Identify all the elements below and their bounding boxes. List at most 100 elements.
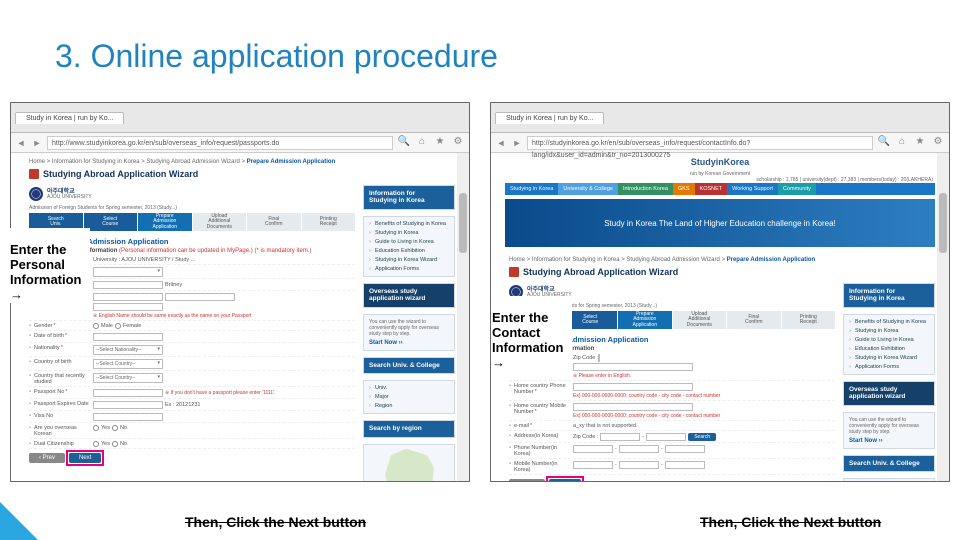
next-button[interactable]: Next (549, 479, 581, 481)
sidebar-item[interactable]: Studying in Korea (369, 230, 449, 236)
value-major: University : AJOU UNIVERSITY / Study ... (93, 257, 355, 263)
step-6[interactable]: Printing Receipt (782, 311, 836, 329)
search-icon[interactable]: 🔍 (397, 136, 411, 150)
sidebar-info-head: Information for Studying in Korea (363, 185, 455, 210)
sidebar-item[interactable]: Education Exhibition (849, 346, 929, 352)
sidebar-item[interactable]: Studying in Korea Wizard (849, 355, 929, 361)
kp2[interactable] (619, 445, 659, 453)
home-mob-input[interactable] (573, 403, 693, 411)
sidebar-item[interactable]: Application Forms (369, 266, 449, 272)
vertical-scrollbar[interactable] (937, 153, 949, 481)
dept-select[interactable] (93, 267, 163, 277)
browser-toolbar: ◄ ► http://www.studyinkorea.go.kr/en/sub… (11, 133, 469, 153)
prev-button[interactable]: ‹ Prev (29, 453, 65, 463)
step-2[interactable]: Select Course (564, 311, 618, 329)
address-bar[interactable]: http://studyinkorea.go.kr/en/sub/oversea… (527, 136, 873, 150)
sidebar-wizard-box: You can use the wizard to conveniently a… (363, 314, 455, 351)
sidebar-item[interactable]: Studying in Korea Wizard (369, 257, 449, 263)
km1[interactable] (573, 461, 613, 469)
nav-item[interactable]: Introduction Korea (618, 183, 673, 195)
name-en-fn[interactable] (93, 293, 163, 301)
kp3[interactable] (665, 445, 705, 453)
next-button[interactable]: Next (69, 453, 101, 463)
nav-item[interactable]: University & College (558, 183, 618, 195)
sidebar-item[interactable]: Guide to Living in Korea (369, 239, 449, 245)
sidebar-search-item[interactable]: Univ. (369, 385, 449, 391)
sidebar-item[interactable]: Education Exhibition (369, 248, 449, 254)
forward-icon[interactable]: ► (511, 137, 523, 149)
step-5[interactable]: Final Confirm (247, 213, 301, 231)
sidebar-item[interactable]: Application Forms (849, 364, 929, 370)
nav-item[interactable]: Studying in Korea (505, 183, 558, 195)
gender-male-radio[interactable] (93, 323, 99, 329)
kor-zip2-input[interactable] (646, 433, 686, 441)
km2[interactable] (619, 461, 659, 469)
site-logo: StudyinKorea run by Korean Government (491, 157, 949, 177)
km3[interactable] (665, 461, 705, 469)
back-icon[interactable]: ◄ (495, 137, 507, 149)
passport-input[interactable] (93, 389, 163, 397)
nationality-select[interactable]: --Select Nationality-- (93, 345, 163, 355)
gear-icon[interactable]: ⚙ (931, 136, 945, 150)
home-zip-input[interactable] (598, 354, 600, 362)
nav-item[interactable]: KOSNET (695, 183, 728, 195)
address-bar[interactable]: http://www.studyinkorea.go.kr/en/sub/ove… (47, 136, 393, 150)
favorites-icon[interactable]: ★ (433, 136, 447, 150)
step-2[interactable]: Select Course (84, 213, 138, 231)
name-en-mn[interactable] (165, 293, 235, 301)
sidebar-item[interactable]: Benefits of Studying in Korea (369, 221, 449, 227)
korea-map-icon[interactable] (379, 449, 439, 481)
vertical-scrollbar[interactable] (457, 153, 469, 481)
dual-yes-radio[interactable] (93, 441, 99, 447)
step-6[interactable]: Printing Receipt (302, 213, 356, 231)
zip-search-button[interactable]: Search (688, 433, 716, 441)
dual-no-radio[interactable] (112, 441, 118, 447)
name-en-ln[interactable] (93, 303, 163, 311)
callout-personal-info: Enter the Personal Information → (10, 228, 90, 303)
home-addr-input[interactable] (573, 363, 693, 371)
name-kr-input[interactable] (93, 281, 163, 289)
home-icon[interactable]: ⌂ (895, 136, 909, 150)
passport-expiry-input[interactable] (93, 401, 163, 409)
step-3[interactable]: Prepare Admission Application (618, 311, 672, 329)
home-icon[interactable]: ⌂ (415, 136, 429, 150)
nav-item[interactable]: Community (778, 183, 816, 195)
sidebar-item[interactable]: Studying in Korea (849, 328, 929, 334)
step-4[interactable]: Upload Additional Documents (673, 311, 727, 329)
ovk-yes-radio[interactable] (93, 425, 99, 431)
step-4[interactable]: Upload Additional Documents (193, 213, 247, 231)
back-icon[interactable]: ◄ (15, 137, 27, 149)
gender-female-radio[interactable] (115, 323, 121, 329)
ovk-no-radio[interactable] (112, 425, 118, 431)
browser-tab[interactable]: Study in Korea | run by Ko... (15, 112, 124, 124)
recent-country-select[interactable]: --Select Country-- (93, 373, 163, 383)
browser-tab[interactable]: Study in Korea | run by Ko... (495, 112, 604, 124)
favorites-icon[interactable]: ★ (913, 136, 927, 150)
step-5[interactable]: Final Confirm (727, 311, 781, 329)
kp1[interactable] (573, 445, 613, 453)
nav-item[interactable]: Working Support (727, 183, 778, 195)
lock-icon (509, 267, 519, 277)
sidebar-item[interactable]: Guide to Living in Korea (849, 337, 929, 343)
corner-decoration-icon (0, 502, 38, 540)
start-now-link[interactable]: Start Now (849, 438, 929, 444)
dob-input[interactable] (93, 333, 163, 341)
kor-zip-input[interactable] (600, 433, 640, 441)
browser-toolbar: ◄ ► http://studyinkorea.go.kr/en/sub/ove… (491, 133, 949, 153)
sidebar-search-item[interactable]: Region (369, 403, 449, 409)
forward-icon[interactable]: ► (31, 137, 43, 149)
search-icon[interactable]: 🔍 (877, 136, 891, 150)
sidebar-search-box: Univ. Major Region (363, 380, 455, 414)
start-now-link[interactable]: Start Now (369, 340, 449, 346)
label-overseas-korean: Are you overseas Korean (29, 425, 89, 437)
step-3[interactable]: Prepare Admission Application (138, 213, 192, 231)
nav-item[interactable]: GKS (673, 183, 695, 195)
sidebar-item[interactable]: Benefits of Studying in Korea (849, 319, 929, 325)
gear-icon[interactable]: ⚙ (451, 136, 465, 150)
cob-select[interactable]: --Select Country-- (93, 359, 163, 369)
sidebar-search-item[interactable]: Major (369, 394, 449, 400)
next-button-highlight (66, 450, 104, 466)
prev-button[interactable]: ‹ Prev (509, 479, 545, 481)
home-phone-input[interactable] (573, 383, 693, 391)
visa-input[interactable] (93, 413, 163, 421)
